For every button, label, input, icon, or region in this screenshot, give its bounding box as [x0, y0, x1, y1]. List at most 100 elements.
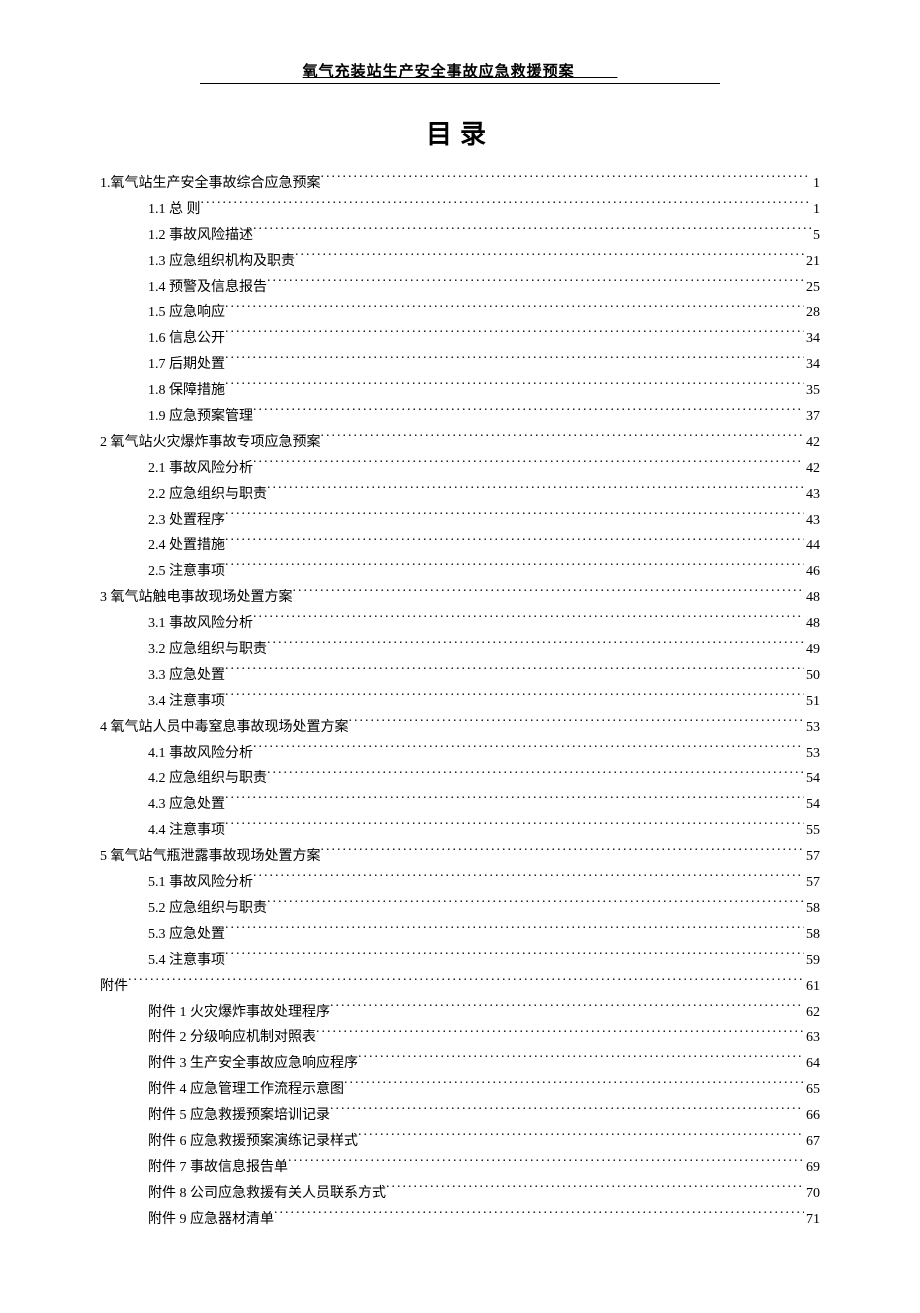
toc-entry-page: 58	[804, 896, 820, 922]
toc-entry-label: 5.4 注意事项	[148, 948, 225, 974]
toc-entry-label: 3.2 应急组织与职责	[148, 637, 267, 663]
toc-entry-label: 4.3 应急处置	[148, 792, 225, 818]
toc-entry[interactable]: 附件 3 生产安全事故应急响应程序 64	[100, 1051, 820, 1077]
toc-entry-label: 附件 4 应急管理工作流程示意图	[148, 1077, 344, 1103]
toc-entry-page: 62	[804, 1000, 820, 1026]
toc-entry-page: 54	[804, 792, 820, 818]
toc-entry[interactable]: 3 氧气站触电事故现场处置方案48	[100, 585, 820, 611]
toc-entry[interactable]: 1.4 预警及信息报告25	[100, 275, 820, 301]
toc-leader-dots	[358, 1053, 804, 1067]
toc-entry[interactable]: 5.2 应急组织与职责 58	[100, 896, 820, 922]
toc-leader-dots	[225, 794, 804, 808]
toc-entry[interactable]: 4.2 应急组织与职责54	[100, 766, 820, 792]
toc-entry[interactable]: 1.3 应急组织机构及职责21	[100, 249, 820, 275]
toc-entry[interactable]: 1.7 后期处置34	[100, 352, 820, 378]
toc-entry[interactable]: 1.6 信息公开 34	[100, 326, 820, 352]
toc-entry[interactable]: 3.1 事故风险分析48	[100, 611, 820, 637]
toc-entry-label: 1.2 事故风险描述	[148, 223, 253, 249]
toc-entry[interactable]: 附件 9 应急器材清单71	[100, 1207, 820, 1233]
toc-entry-label: 附件 7 事故信息报告单	[148, 1155, 288, 1181]
toc-entry-page: 66	[804, 1103, 820, 1129]
toc-entry[interactable]: 1.1 总 则1	[100, 197, 820, 223]
toc-entry[interactable]: 2.5 注意事项 46	[100, 559, 820, 585]
toc-entry-page: 70	[804, 1181, 820, 1207]
toc-entry[interactable]: 附件 6 应急救援预案演练记录样式67	[100, 1129, 820, 1155]
toc-entry-label: 1.3 应急组织机构及职责	[148, 249, 295, 275]
toc-leader-dots	[386, 1183, 804, 1197]
toc-entry-page: 1	[811, 197, 820, 223]
toc-entry[interactable]: 4.4 注意事项55	[100, 818, 820, 844]
toc-entry[interactable]: 3.2 应急组织与职责49	[100, 637, 820, 663]
toc-entry-page: 25	[804, 275, 820, 301]
toc-leader-dots	[295, 251, 804, 265]
toc-entry-label: 5 氧气站气瓶泄露事故现场处置方案	[100, 844, 321, 870]
toc-entry[interactable]: 5.4 注意事项59	[100, 948, 820, 974]
toc-entry[interactable]: 1.5 应急响应28	[100, 300, 820, 326]
toc-entry[interactable]: 2.4 处置措施44	[100, 533, 820, 559]
toc-entry-label: 附件 3 生产安全事故应急响应程序	[148, 1051, 358, 1077]
toc-entry[interactable]: 附件 5 应急救援预案培训记录 66	[100, 1103, 820, 1129]
toc-entry[interactable]: 2.3 处置程序43	[100, 508, 820, 534]
toc-leader-dots	[225, 561, 804, 575]
toc-leader-dots	[225, 820, 804, 834]
toc-leader-dots	[316, 1027, 804, 1041]
toc-entry[interactable]: 1.氧气站生产安全事故综合应急预案1	[100, 171, 820, 197]
toc-entry[interactable]: 2 氧气站火灾爆炸事故专项应急预案42	[100, 430, 820, 456]
toc-entry-page: 1	[811, 171, 820, 197]
toc-leader-dots	[225, 354, 804, 368]
toc-entry-label: 附件 2 分级响应机制对照表	[148, 1025, 316, 1051]
toc-entry-label: 1.6 信息公开	[148, 326, 225, 352]
toc-entry[interactable]: 4.1 事故风险分析53	[100, 741, 820, 767]
toc-entry[interactable]: 3.3 应急处置50	[100, 663, 820, 689]
toc-entry-page: 57	[804, 870, 820, 896]
toc-entry-label: 2.5 注意事项	[148, 559, 225, 585]
toc-leader-dots	[344, 1079, 804, 1093]
toc-entry-label: 1.5 应急响应	[148, 300, 225, 326]
toc-entry-page: 46	[804, 559, 820, 585]
toc-entry-page: 55	[804, 818, 820, 844]
toc-leader-dots	[128, 976, 804, 990]
toc-entry-label: 3.3 应急处置	[148, 663, 225, 689]
toc-entry-page: 34	[804, 326, 820, 352]
toc-entry-label: 附件 1 火灾爆炸事故处理程序	[148, 1000, 330, 1026]
document-header: 氧气充装站生产安全事故应急救援预案	[200, 60, 720, 84]
toc-leader-dots	[321, 846, 805, 860]
toc-entry-page: 43	[804, 508, 820, 534]
toc-entry[interactable]: 附件 7 事故信息报告单69	[100, 1155, 820, 1181]
toc-entry[interactable]: 附件 8 公司应急救援有关人员联系方式70	[100, 1181, 820, 1207]
toc-entry[interactable]: 5.1 事故风险分析57	[100, 870, 820, 896]
toc-entry-page: 44	[804, 533, 820, 559]
toc-entry[interactable]: 附件 1 火灾爆炸事故处理程序 62	[100, 1000, 820, 1026]
toc-entry-label: 附件 5 应急救援预案培训记录	[148, 1103, 330, 1129]
toc-entry-page: 37	[804, 404, 820, 430]
toc-entry[interactable]: 3.4 注意事项51	[100, 689, 820, 715]
toc-entry[interactable]: 4 氧气站人员中毒窒息事故现场处置方案53	[100, 715, 820, 741]
toc-entry-page: 54	[804, 766, 820, 792]
toc-entry-page: 63	[804, 1025, 820, 1051]
toc-entry-page: 42	[804, 456, 820, 482]
toc-leader-dots	[225, 510, 804, 524]
toc-entry[interactable]: 1.8 保障措施35	[100, 378, 820, 404]
toc-entry[interactable]: 5 氧气站气瓶泄露事故现场处置方案57	[100, 844, 820, 870]
toc-entry[interactable]: 4.3 应急处置 54	[100, 792, 820, 818]
toc-entry[interactable]: 附件 4 应急管理工作流程示意图65	[100, 1077, 820, 1103]
toc-leader-dots	[253, 743, 804, 757]
toc-entry-page: 61	[804, 974, 820, 1000]
toc-leader-dots	[267, 898, 804, 912]
toc-entry[interactable]: 附件 2 分级响应机制对照表 63	[100, 1025, 820, 1051]
toc-entry-label: 2 氧气站火灾爆炸事故专项应急预案	[100, 430, 321, 456]
toc-entry-label: 4.1 事故风险分析	[148, 741, 253, 767]
toc-entry-label: 1.9 应急预案管理	[148, 404, 253, 430]
toc-entry[interactable]: 2.1 事故风险分析42	[100, 456, 820, 482]
toc-entry[interactable]: 1.9 应急预案管理 37	[100, 404, 820, 430]
toc-entry-page: 48	[804, 611, 820, 637]
toc-entry-page: 71	[804, 1207, 820, 1233]
toc-entry-page: 64	[804, 1051, 820, 1077]
toc-leader-dots	[321, 173, 812, 187]
toc-heading: 目录	[100, 114, 820, 151]
toc-entry[interactable]: 附件61	[100, 974, 820, 1000]
toc-entry[interactable]: 2.2 应急组织与职责43	[100, 482, 820, 508]
toc-entry[interactable]: 5.3 应急处置58	[100, 922, 820, 948]
toc-entry[interactable]: 1.2 事故风险描述5	[100, 223, 820, 249]
toc-entry-label: 5.2 应急组织与职责	[148, 896, 267, 922]
